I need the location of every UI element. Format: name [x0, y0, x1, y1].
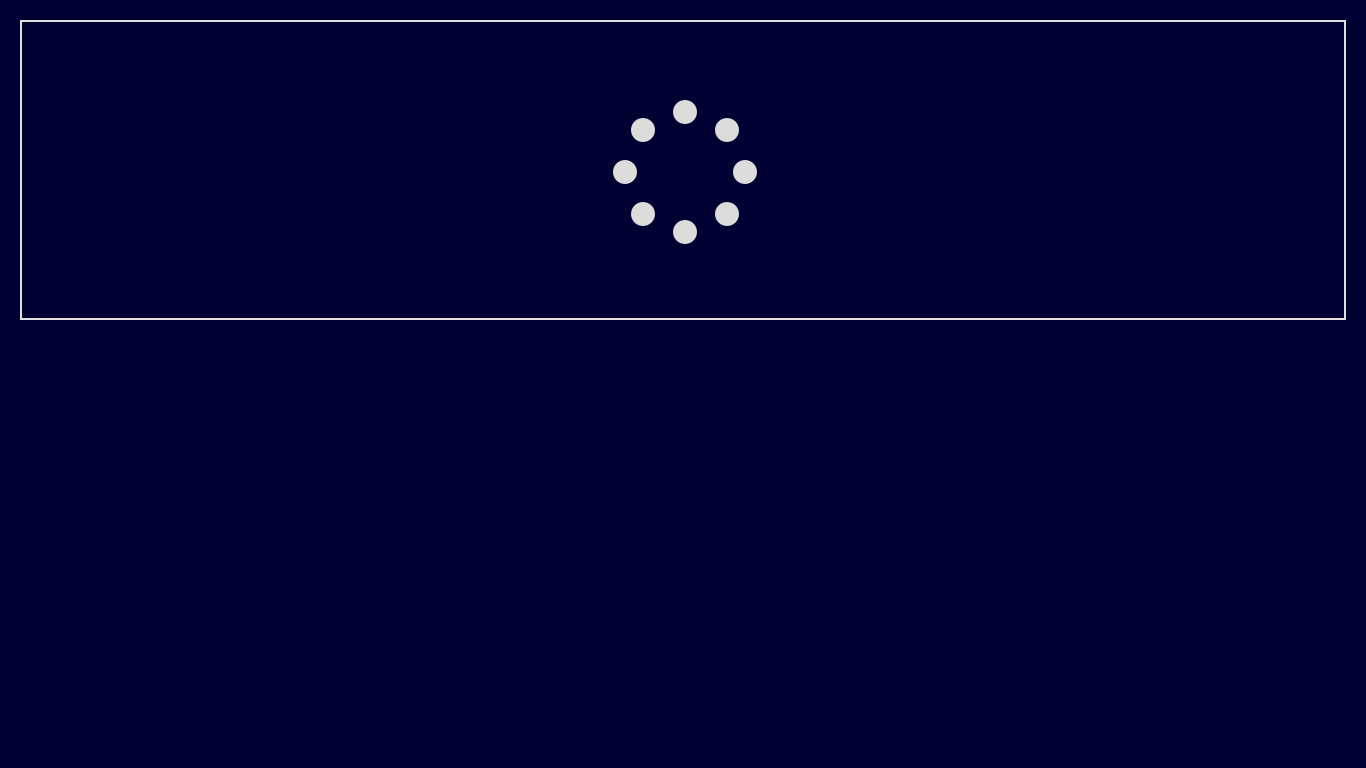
- spinner-dot: [715, 117, 740, 142]
- loading-panel: [20, 20, 1346, 320]
- spinner-dot: [715, 202, 740, 227]
- spinner-dot: [630, 202, 655, 227]
- spinner-dot: [673, 220, 697, 244]
- spinner-dot: [630, 117, 655, 142]
- spinner-dot: [613, 160, 637, 184]
- spinner-dot: [673, 100, 697, 124]
- spinner-dot: [733, 160, 757, 184]
